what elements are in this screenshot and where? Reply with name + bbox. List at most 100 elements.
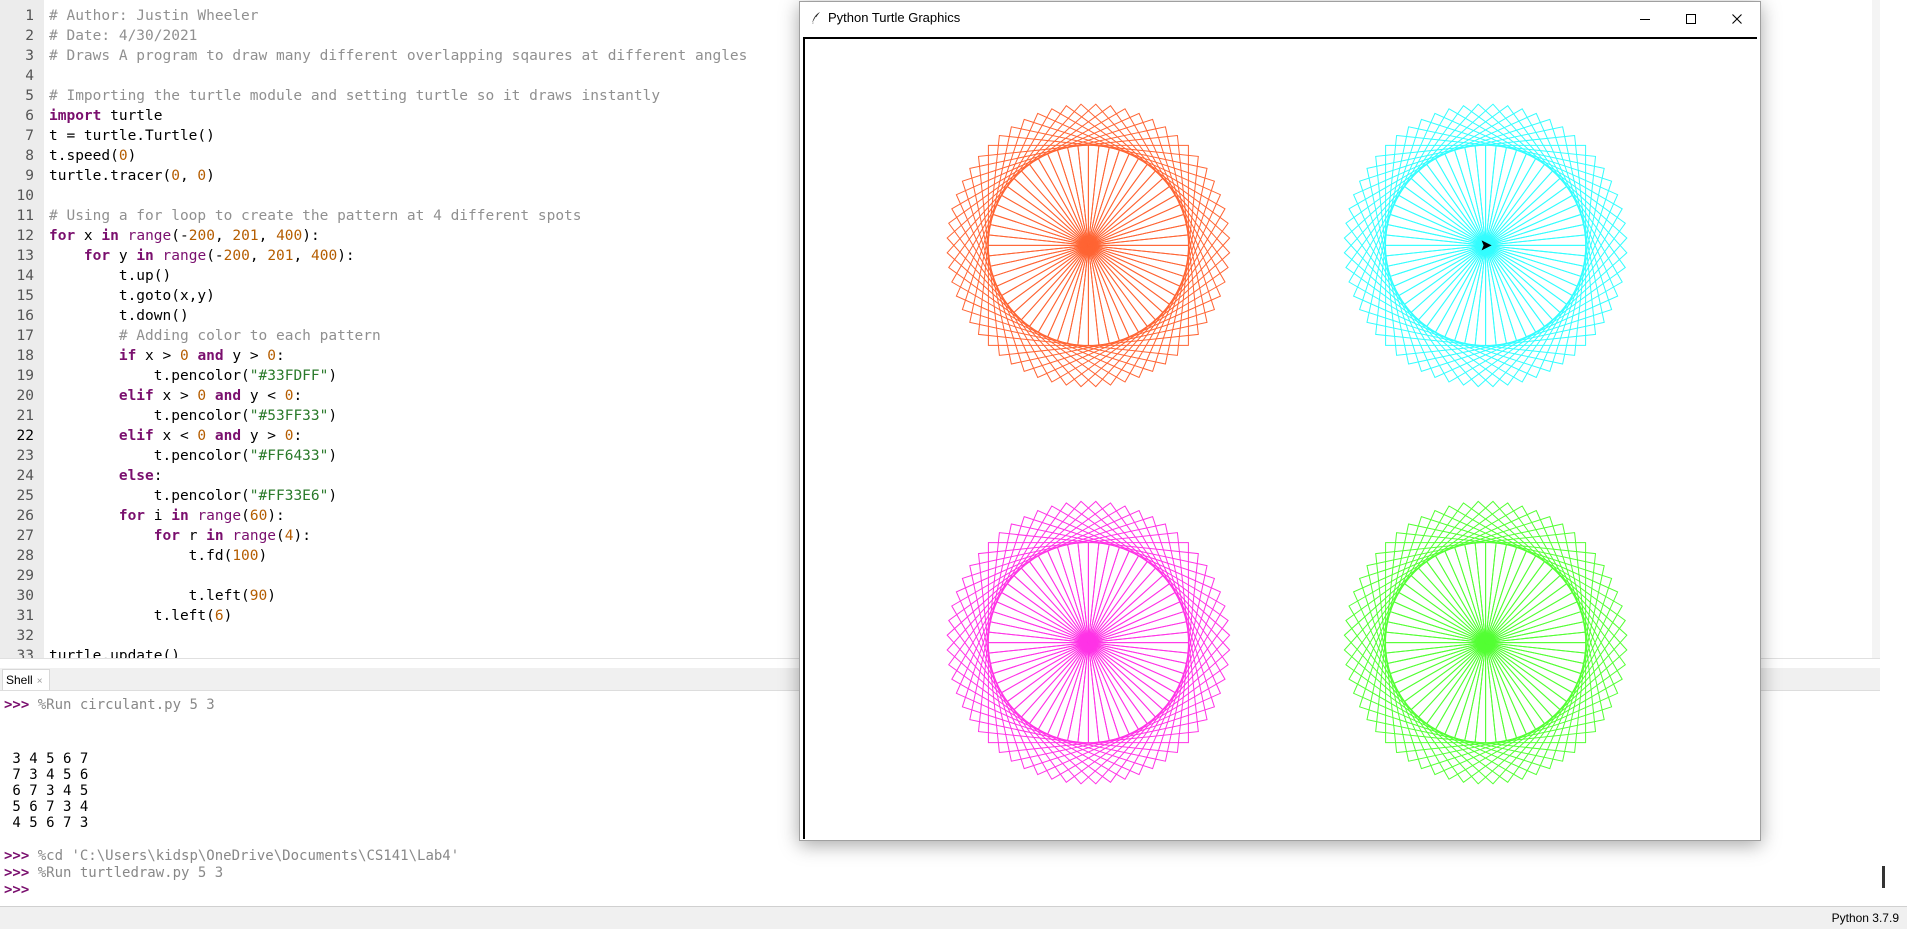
code-line[interactable]: for x in range(-200, 201, 400): [49, 226, 320, 246]
code-token: 0 [179, 348, 189, 364]
shell-output-line: 5 6 7 3 4 [4, 799, 89, 815]
code-token: ): [293, 528, 311, 544]
code-line[interactable]: import turtle [49, 106, 163, 126]
line-number: 19 [16, 368, 34, 384]
code-line[interactable]: elif x < 0 and y > 0: [49, 426, 302, 446]
code-token: , [249, 248, 268, 264]
code-line[interactable]: for y in range(-200, 201, 400): [49, 246, 355, 266]
code-token: t.pencolor( [49, 368, 250, 384]
square-stroke [1087, 244, 1189, 346]
code-line[interactable]: else: [49, 466, 163, 486]
code-line[interactable]: t.pencolor("#FF6433") [49, 446, 337, 466]
code-line[interactable]: t.left(6) [49, 606, 233, 626]
code-token: r [179, 528, 207, 544]
code-token: y < [241, 388, 285, 404]
line-number: 24 [16, 468, 34, 484]
code-token: ): [267, 508, 285, 524]
code-line[interactable]: t.pencolor("#53FF33") [49, 406, 337, 426]
code-token: t.left( [49, 608, 215, 624]
code-token: x > [153, 388, 198, 404]
code-line[interactable]: # Using a for loop to create the pattern… [49, 206, 582, 226]
code-token: turtle [101, 108, 163, 124]
code-token: 100 [232, 548, 259, 564]
code-token: ( [276, 528, 285, 544]
line-number: 31 [16, 608, 34, 624]
close-icon [1732, 13, 1742, 24]
code-line[interactable]: for r in range(4): [49, 526, 311, 546]
code-line[interactable]: t.left(90) [49, 586, 276, 606]
close-button[interactable] [1714, 2, 1760, 34]
code-line[interactable]: # Importing the turtle module and settin… [49, 86, 660, 106]
minimize-button[interactable] [1622, 2, 1668, 34]
line-number: 27 [16, 528, 34, 544]
line-number: 29 [16, 568, 34, 584]
code-line[interactable]: t.pencolor("#FF33E6") [49, 486, 337, 506]
code-token: t.pencolor( [49, 448, 250, 464]
maximize-icon [1686, 13, 1696, 24]
minimize-icon [1640, 18, 1650, 20]
square-stroke [1385, 144, 1487, 246]
code-token: : [276, 348, 285, 364]
code-line[interactable]: t.speed(0) [49, 146, 136, 166]
turtle-graphics-window[interactable]: Python Turtle Graphics [799, 1, 1761, 841]
code-line[interactable]: t = turtle.Turtle() [49, 126, 215, 146]
line-number: 25 [16, 488, 34, 504]
code-line[interactable]: # Date: 4/30/2021 [49, 26, 197, 46]
code-line[interactable]: elif x > 0 and y < 0: [49, 386, 302, 406]
square-stroke [1385, 244, 1487, 346]
tab-shell[interactable]: Shell × [2, 669, 50, 690]
shell-scrollbar[interactable] [1882, 866, 1885, 888]
code-line[interactable]: t.up() [49, 266, 171, 286]
square-stroke [1385, 642, 1487, 744]
code-token: t.pencolor( [49, 408, 250, 424]
square-stroke [987, 244, 1089, 346]
shell-output-line: 4 5 6 7 3 [4, 815, 89, 831]
window-title-bar[interactable]: Python Turtle Graphics [800, 2, 1760, 34]
square-pattern [946, 103, 1231, 388]
shell-command-line: >>> [4, 882, 29, 898]
code-token: # Adding color to each pattern [118, 328, 381, 344]
square-stroke [1087, 542, 1189, 644]
code-token: : [153, 468, 163, 484]
code-token: 0 [171, 168, 180, 184]
line-number: 12 [16, 228, 34, 244]
turtle-drawing [946, 103, 1628, 785]
code-token: t.left( [49, 588, 250, 604]
code-token: elif [118, 428, 154, 444]
code-line[interactable]: for i in range(60): [49, 506, 285, 526]
line-number: 21 [16, 408, 34, 424]
code-line[interactable]: turtle.tracer(0, 0) [49, 166, 215, 186]
line-number: 26 [16, 508, 34, 524]
maximize-button[interactable] [1668, 2, 1714, 34]
turtle-canvas[interactable] [803, 37, 1757, 839]
line-number: 30 [16, 588, 34, 604]
code-line[interactable]: # Author: Justin Wheeler [49, 6, 259, 26]
code-token: 4 [284, 528, 294, 544]
code-line[interactable]: t.pencolor("#33FDFF") [49, 366, 337, 386]
code-token: t.up() [49, 268, 172, 284]
code-token: for [83, 248, 111, 264]
code-token: 200 [188, 228, 215, 244]
close-icon[interactable]: × [37, 676, 43, 687]
code-token: 0 [267, 348, 277, 364]
code-line[interactable]: if x > 0 and y > 0: [49, 346, 285, 366]
code-token: ) [328, 448, 338, 464]
code-token: for [153, 528, 180, 544]
code-line[interactable]: t.goto(x,y) [49, 286, 215, 306]
code-line[interactable]: # Adding color to each pattern [49, 326, 381, 346]
code-token: x < [153, 428, 198, 444]
line-number: 20 [16, 388, 34, 404]
code-line[interactable]: t.down() [49, 306, 189, 326]
code-line[interactable]: turtle.update() [49, 646, 180, 658]
line-number: 33 [16, 648, 34, 659]
code-token: t = turtle.Turtle() [49, 128, 215, 144]
editor-scrollbar[interactable] [1872, 0, 1880, 658]
code-token: y > [223, 348, 268, 364]
code-token: 60 [249, 508, 268, 524]
code-line[interactable]: t.fd(100) [49, 546, 268, 566]
square-stroke [1385, 542, 1487, 644]
code-line[interactable]: # Draws A program to draw many different… [49, 46, 747, 66]
